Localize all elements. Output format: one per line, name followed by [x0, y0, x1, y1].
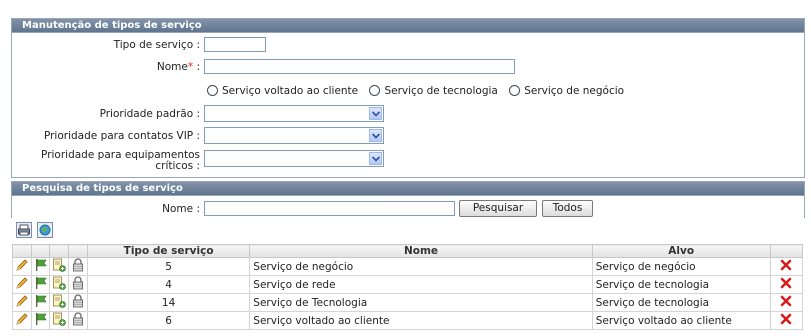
cell-tipo: 5 [86, 257, 251, 276]
chevron-down-icon[interactable] [369, 152, 382, 165]
delete-icon[interactable] [769, 293, 804, 312]
radio-cliente[interactable]: Serviço voltado ao cliente [207, 85, 358, 97]
results-table: Tipo de serviço Nome Alvo 5 Serviço de n… [12, 244, 804, 330]
lock-icon[interactable] [68, 275, 88, 294]
cell-alvo: Serviço de negócio [591, 257, 771, 276]
edit-pencil-icon[interactable] [12, 275, 32, 294]
prioridade-vip-select[interactable] [204, 127, 384, 144]
table-row: 6 Serviço voltado ao cliente Serviço vol… [12, 311, 804, 330]
table-row: 14 Serviço de Tecnologia Serviço de tecn… [12, 293, 804, 312]
results-body: 5 Serviço de negócio Serviço de negócio … [12, 257, 804, 330]
cell-tipo: 6 [86, 311, 251, 330]
lock-icon[interactable] [68, 293, 88, 312]
prioridade-vip-label: Prioridade para contatos VIP : [43, 130, 200, 142]
radio-button[interactable] [369, 85, 381, 96]
chevron-down-icon[interactable] [369, 107, 382, 120]
search-panel-title: Pesquisa de tipos de serviço [12, 182, 804, 196]
document-add-icon[interactable] [49, 311, 70, 330]
flag-icon[interactable] [30, 257, 51, 276]
header-tipo[interactable]: Tipo de serviço [86, 244, 251, 258]
tipo-servico-input[interactable] [204, 37, 266, 52]
cell-alvo: Serviço de tecnologia [591, 275, 771, 294]
prioridade-equip-label: Prioridade para equipamentos críticos : [41, 149, 200, 172]
table-row: 5 Serviço de negócio Serviço de negócio [12, 257, 804, 276]
nome-label: Nome* : [156, 61, 200, 73]
nome-input[interactable] [204, 59, 515, 74]
prioridade-padrao-select[interactable] [204, 105, 384, 122]
chevron-down-icon[interactable] [369, 129, 382, 142]
cell-nome: Serviço de Tecnologia [249, 293, 593, 312]
cell-tipo: 14 [86, 293, 251, 312]
prioridade-padrao-label: Prioridade padrão : [99, 108, 200, 120]
flag-icon[interactable] [30, 275, 51, 294]
header-doc-col [49, 244, 70, 258]
header-lock-col [68, 244, 88, 258]
cell-alvo: Serviço de tecnologia [591, 293, 771, 312]
lock-icon[interactable] [68, 311, 88, 330]
cell-tipo: 4 [86, 275, 251, 294]
cell-nome: Serviço voltado ao cliente [249, 311, 593, 330]
header-delete-col [769, 244, 804, 258]
delete-icon[interactable] [769, 257, 804, 276]
alvo-radio-group: Serviço voltado ao cliente Serviço de te… [207, 85, 632, 97]
delete-icon[interactable] [769, 275, 804, 294]
document-add-icon[interactable] [49, 293, 70, 312]
document-add-icon[interactable] [49, 257, 70, 276]
header-alvo[interactable]: Alvo [591, 244, 771, 258]
radio-button[interactable] [207, 85, 218, 96]
radio-negocio[interactable]: Serviço de negócio [509, 85, 624, 97]
edit-pencil-icon[interactable] [12, 257, 32, 276]
search-nome-input[interactable] [204, 201, 455, 216]
cell-nome: Serviço de negócio [249, 257, 593, 276]
pesquisar-button[interactable]: Pesquisar [459, 200, 537, 217]
prioridade-equip-select[interactable] [204, 150, 384, 167]
delete-icon[interactable] [769, 311, 804, 330]
search-nome-label: Nome : [162, 203, 200, 215]
radio-tecnologia[interactable]: Serviço de tecnologia [369, 85, 498, 97]
flag-icon[interactable] [30, 293, 51, 312]
cell-alvo: Serviço voltado ao cliente [591, 311, 771, 330]
edit-pencil-icon[interactable] [12, 293, 32, 312]
lock-icon[interactable] [68, 257, 88, 276]
cell-nome: Serviço de rede [249, 275, 593, 294]
tipo-servico-label: Tipo de serviço : [113, 39, 200, 51]
edit-pencil-icon[interactable] [12, 311, 32, 330]
header-edit-col [12, 244, 32, 258]
radio-button[interactable] [509, 85, 521, 96]
todos-button[interactable]: Todos [542, 200, 593, 217]
table-header-row: Tipo de serviço Nome Alvo [12, 244, 804, 258]
document-add-icon[interactable] [49, 275, 70, 294]
flag-icon[interactable] [30, 311, 51, 330]
header-nome[interactable]: Nome [249, 244, 593, 258]
print-icon[interactable] [16, 222, 32, 238]
maintenance-panel-title: Manutenção de tipos de serviço [12, 19, 804, 33]
table-row: 4 Serviço de rede Serviço de tecnologia [12, 275, 804, 294]
header-flag-col [30, 244, 51, 258]
export-icon[interactable] [37, 222, 53, 238]
